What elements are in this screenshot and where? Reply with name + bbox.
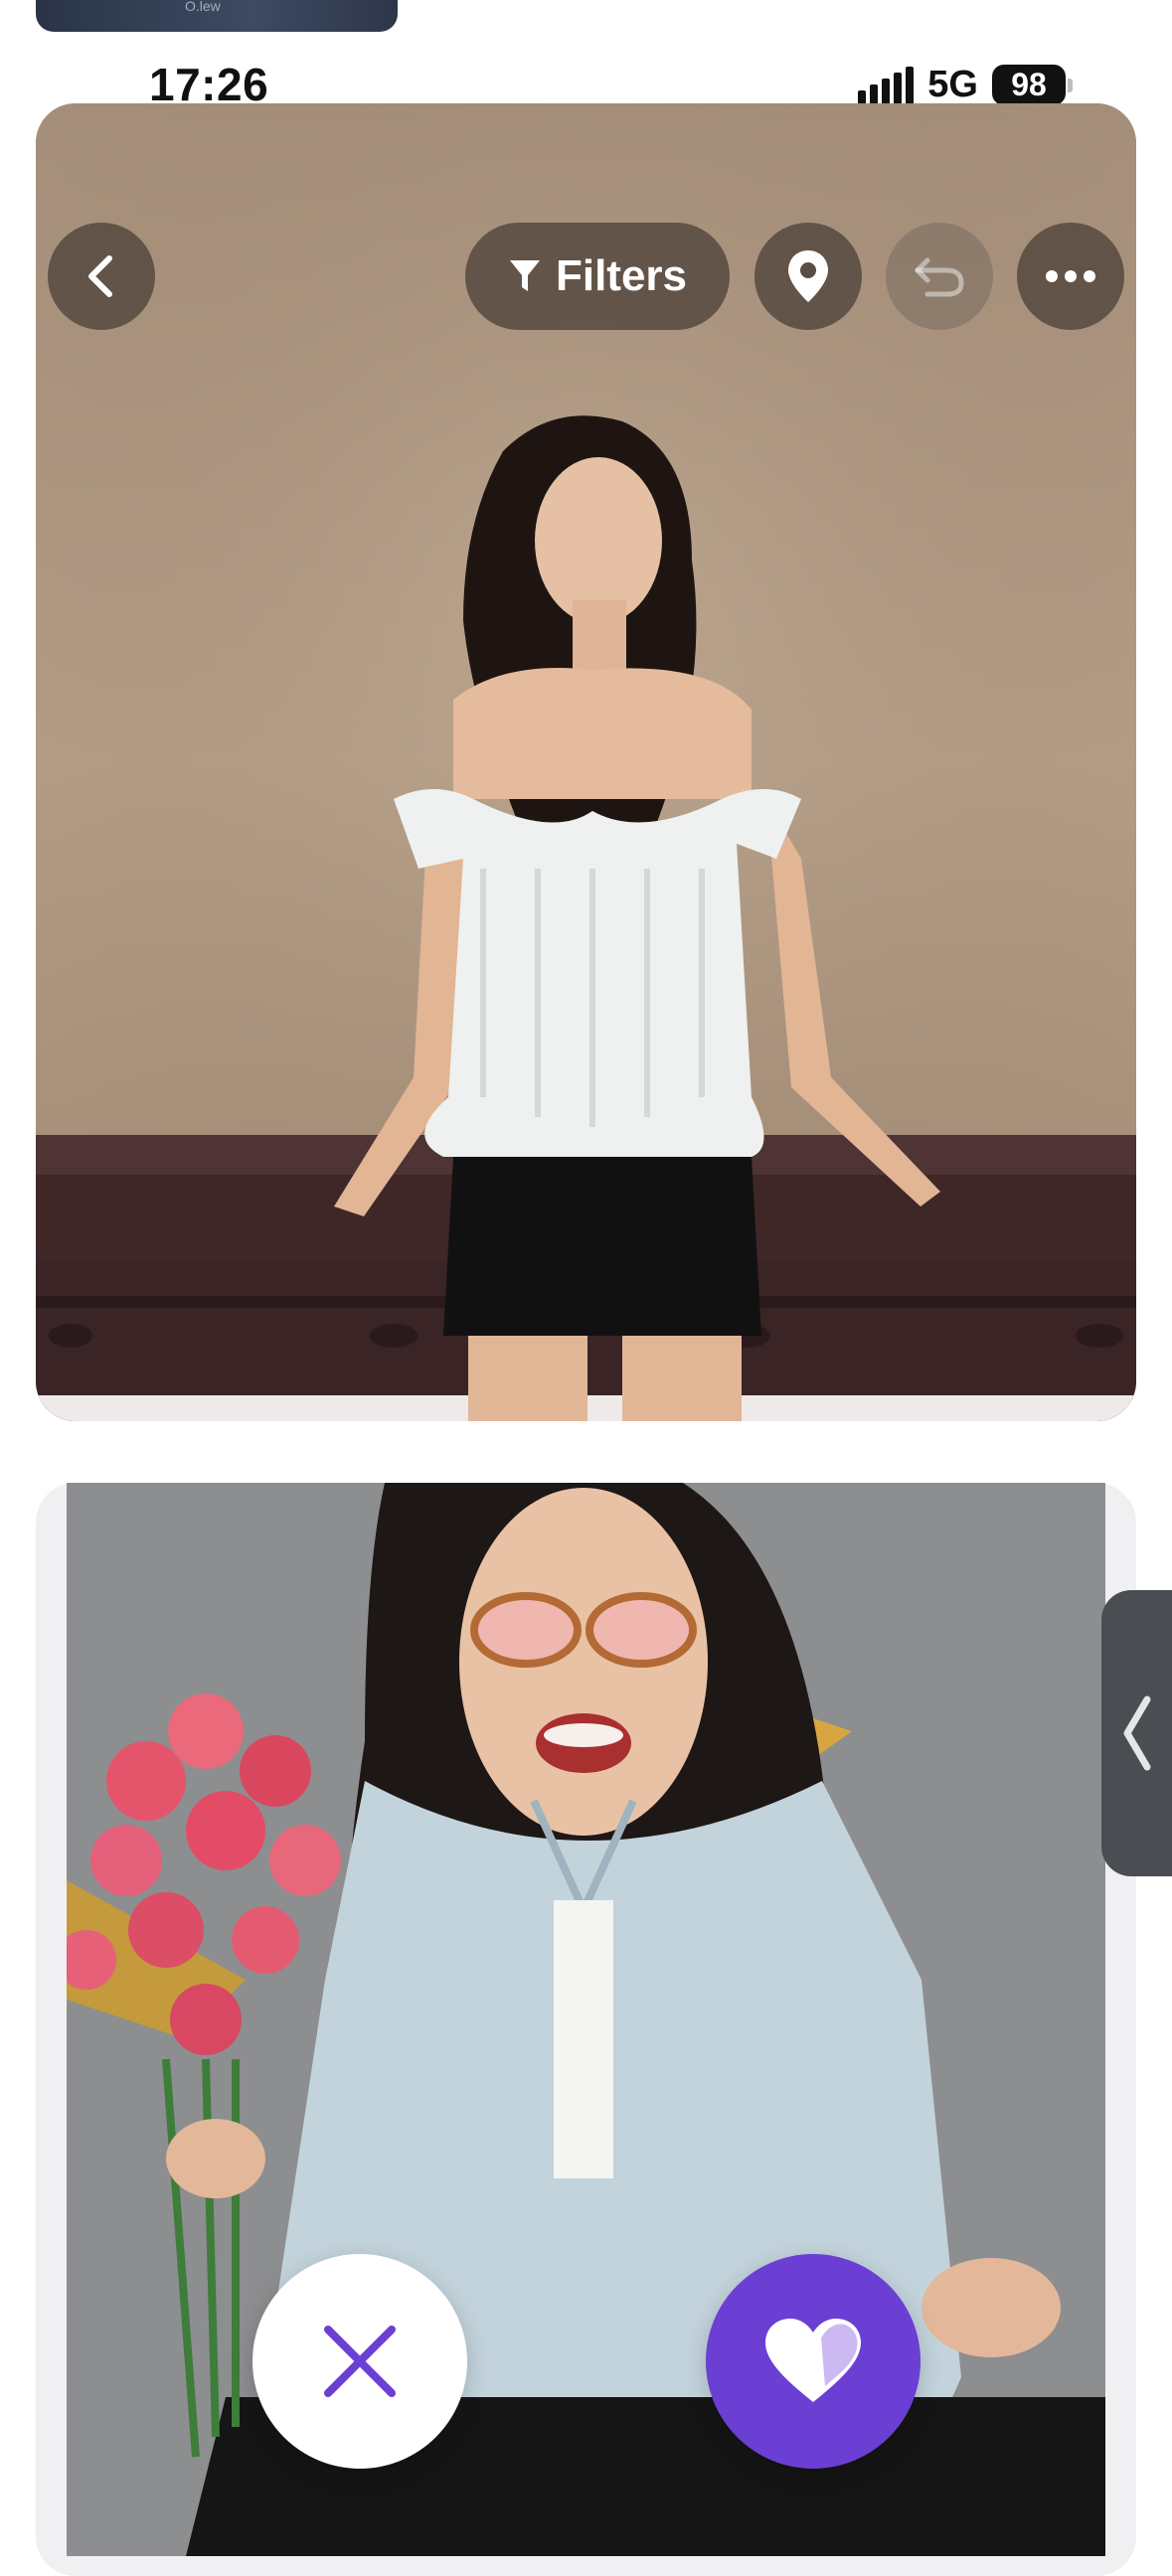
profile-card-main[interactable]: Filters	[36, 103, 1136, 1421]
signal-icon	[858, 66, 915, 104]
chevron-left-icon	[1123, 1695, 1151, 1771]
undo-button[interactable]	[886, 223, 993, 330]
location-button[interactable]	[754, 223, 862, 330]
heart-icon	[765, 2319, 861, 2402]
chevron-left-icon	[88, 255, 112, 297]
battery-level: 98	[992, 65, 1066, 105]
battery-icon: 98	[992, 65, 1073, 105]
dislike-button[interactable]	[252, 2254, 467, 2469]
status-indicators: 5G 98	[858, 64, 1073, 106]
profile-photo-next	[67, 1483, 1105, 2556]
previous-card-peek: O.lew	[36, 0, 398, 32]
peek-card-text: O.lew	[185, 0, 221, 14]
undo-icon	[915, 257, 964, 297]
filters-button[interactable]: Filters	[465, 223, 730, 330]
more-options-button[interactable]	[1017, 223, 1124, 330]
network-label: 5G	[927, 64, 978, 105]
profile-card-next[interactable]	[67, 1483, 1105, 2556]
ellipsis-icon	[1046, 270, 1095, 282]
funnel-icon	[509, 260, 540, 291]
close-icon	[324, 2326, 396, 2397]
filters-label: Filters	[555, 251, 688, 300]
location-pin-icon	[788, 250, 828, 302]
back-button[interactable]	[48, 223, 155, 330]
like-button[interactable]	[706, 2254, 921, 2469]
side-panel-tab[interactable]	[1101, 1590, 1172, 1876]
